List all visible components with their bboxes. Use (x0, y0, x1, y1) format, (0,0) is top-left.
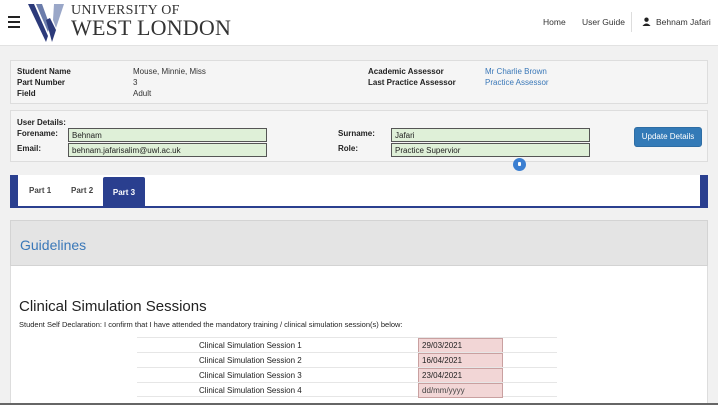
part-number-value: 3 (133, 78, 138, 87)
email-input[interactable]: behnam.jafarisalim@uwl.ac.uk (68, 143, 267, 157)
session-label: Clinical Simulation Session 2 (199, 356, 302, 365)
session-date-input[interactable]: 29/03/2021 (418, 338, 503, 353)
tabbar-left-edge (10, 175, 18, 208)
field-value: Adult (133, 89, 152, 98)
surname-input[interactable]: Jafari (391, 128, 590, 142)
nav-divider (631, 12, 632, 32)
student-info-panel: Student Name Mouse, Minnie, Miss Part Nu… (10, 60, 708, 104)
student-name-value: Mouse, Minnie, Miss (133, 67, 206, 76)
session-date-input[interactable]: 23/04/2021 (418, 368, 503, 383)
mouse-cursor-icon (513, 158, 526, 171)
student-name-label: Student Name (17, 67, 71, 76)
role-label: Role: (338, 144, 358, 153)
menu-icon[interactable] (8, 16, 20, 28)
tab-part-2[interactable]: Part 2 (71, 186, 93, 195)
session-label: Clinical Simulation Session 4 (199, 386, 302, 395)
email-label: Email: (17, 144, 42, 153)
session-date-input[interactable]: dd/mm/yyyy (418, 383, 503, 398)
session-date-input[interactable]: 16/04/2021 (418, 353, 503, 368)
tab-part-1[interactable]: Part 1 (29, 186, 51, 195)
session-row: Clinical Simulation Session 1 29/03/2021 (137, 337, 557, 353)
tab-part-3[interactable]: Part 3 (103, 177, 145, 208)
session-row: Clinical Simulation Session 3 23/04/2021 (137, 367, 557, 383)
last-practice-assessor-link[interactable]: Practice Assessor (485, 78, 549, 87)
session-row: Clinical Simulation Session 2 16/04/2021 (137, 352, 557, 368)
tabbar-right-edge (700, 175, 708, 208)
role-input[interactable]: Practice Supervior (391, 143, 590, 157)
nav-home-link[interactable]: Home (543, 17, 566, 27)
user-details-heading: User Details: (17, 118, 66, 127)
session-row: Clinical Simulation Session 4 dd/mm/yyyy (137, 382, 557, 398)
nav-user-menu[interactable]: Behnam Jafari (656, 17, 711, 27)
session-label: Clinical Simulation Session 3 (199, 371, 302, 380)
part-number-label: Part Number (17, 78, 66, 87)
forename-label: Forename: (17, 129, 58, 138)
part-tabs: Part 1 Part 2 Part 3 (10, 175, 708, 208)
user-icon (642, 17, 651, 26)
last-practice-assessor-label: Last Practice Assessor (368, 78, 456, 87)
university-logo-icon[interactable] (26, 2, 66, 44)
self-declaration-text: Student Self Declaration: I confirm that… (19, 320, 403, 329)
guidelines-panel[interactable]: Guidelines (10, 220, 708, 266)
academic-assessor-label: Academic Assessor (368, 67, 444, 76)
nav-user-guide-link[interactable]: User Guide (582, 17, 625, 27)
simulation-title: Clinical Simulation Sessions (19, 298, 207, 315)
logo-text-line2: WEST LONDON (71, 15, 232, 40)
surname-label: Surname: (338, 129, 375, 138)
update-details-button[interactable]: Update Details (634, 127, 702, 147)
session-label: Clinical Simulation Session 1 (199, 341, 302, 350)
academic-assessor-link[interactable]: Mr Charlie Brown (485, 67, 547, 76)
top-navbar: UNIVERSITY OF WEST LONDON Home User Guid… (0, 0, 718, 46)
field-label: Field (17, 89, 36, 98)
guidelines-title[interactable]: Guidelines (20, 237, 86, 253)
forename-input[interactable]: Behnam (68, 128, 267, 142)
